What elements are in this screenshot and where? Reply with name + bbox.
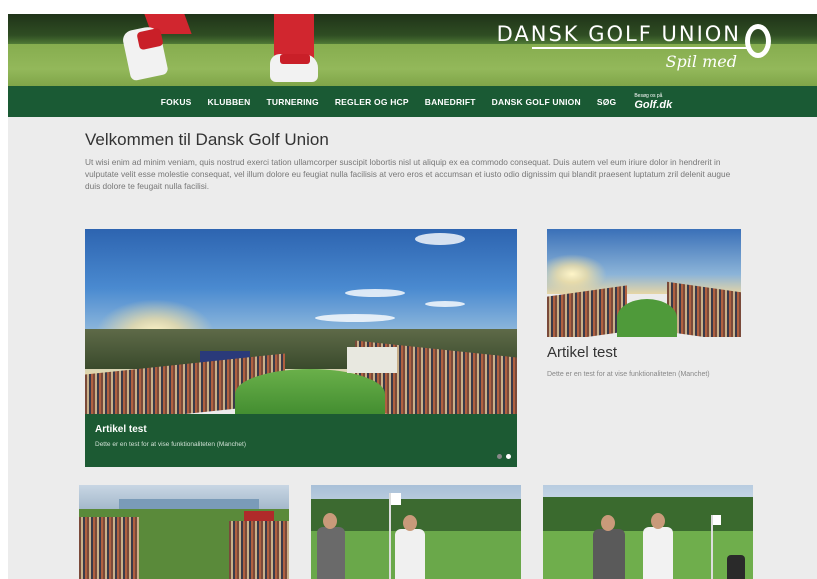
article-thumb-2[interactable] [311,485,521,579]
thumb2-flag [391,493,401,505]
nav-item-klubben[interactable]: KLUBBEN [208,97,251,107]
nav-item-fokus[interactable]: FOKUS [161,97,192,107]
brand-underline [532,47,747,49]
golfdk-link[interactable]: Besøg os på Golf.dk [634,93,672,111]
hero-shoe-right-detail [280,54,310,64]
nav-item-dansk-golf-union[interactable]: DANSK GOLF UNION [492,97,581,107]
hero-leg-right [274,14,314,58]
nav-item-regler-og-hcp[interactable]: REGLER OG HCP [335,97,409,107]
intro-text: Ut wisi enim ad minim veniam, quis nostr… [85,157,731,191]
thumb3-head-1 [601,515,615,531]
thumb1-stand [244,511,274,521]
featured-image-fairway [235,369,385,419]
featured-subtitle: Dette er en test for at vise funktionali… [95,441,247,448]
thumb2-person-2 [395,529,425,579]
side-article-image[interactable] [547,229,741,337]
featured-article[interactable]: Artikel test Dette er en test for at vis… [85,229,517,467]
featured-cloud [425,301,465,307]
thumb3-head-2 [651,513,665,529]
thumb2-person-1 [317,527,345,579]
thumb1-crowd-right [229,521,289,579]
slider-dots [497,454,511,459]
brand-tagline: Spil med [665,52,737,71]
featured-title[interactable]: Artikel test [95,424,147,435]
thumb3-golf-bag [727,555,745,579]
thumb2-flagpole [389,493,391,579]
featured-image-clubhouse [347,347,397,373]
page-title: Velkommen til Dansk Golf Union [85,130,329,149]
thumb3-flag [713,515,721,525]
hero-banner: DANSK GOLF UNION Spil med [8,14,817,86]
article-thumb-3[interactable] [543,485,753,579]
featured-caption: Artikel test Dette er en test for at vis… [85,414,517,467]
main-nav: FOKUS KLUBBEN TURNERING REGLER OG HCP BA… [8,86,817,117]
thumb1-lake [119,499,259,509]
side-article-title[interactable]: Artikel test [547,344,617,361]
featured-cloud [345,289,405,297]
nav-item-turnering[interactable]: TURNERING [267,97,319,107]
thumb2-head-2 [403,515,417,531]
nav-item-sog[interactable]: SØG [597,97,617,107]
featured-cloud [415,233,465,245]
brand-name[interactable]: DANSK GOLF UNION [497,22,741,46]
thumb1-crowd-left [79,517,139,579]
thumb3-person-1 [593,529,625,579]
golfdk-logo: Golf.dk [634,98,673,111]
side-image-crowd-right [667,281,741,337]
article-thumb-1[interactable] [79,485,289,579]
side-article-desc: Dette er en test for at vise funktionali… [547,371,710,378]
nav-item-banedrift[interactable]: BANEDRIFT [425,97,476,107]
featured-cloud [315,314,395,322]
page: DANSK GOLF UNION Spil med FOKUS KLUBBEN … [8,14,817,579]
side-image-fairway [617,299,677,337]
thumb2-head-1 [323,513,337,529]
slider-dot-1[interactable] [497,454,502,459]
brand-ring-icon [745,24,771,58]
slider-dot-2[interactable] [506,454,511,459]
thumb3-person-2 [643,527,673,579]
